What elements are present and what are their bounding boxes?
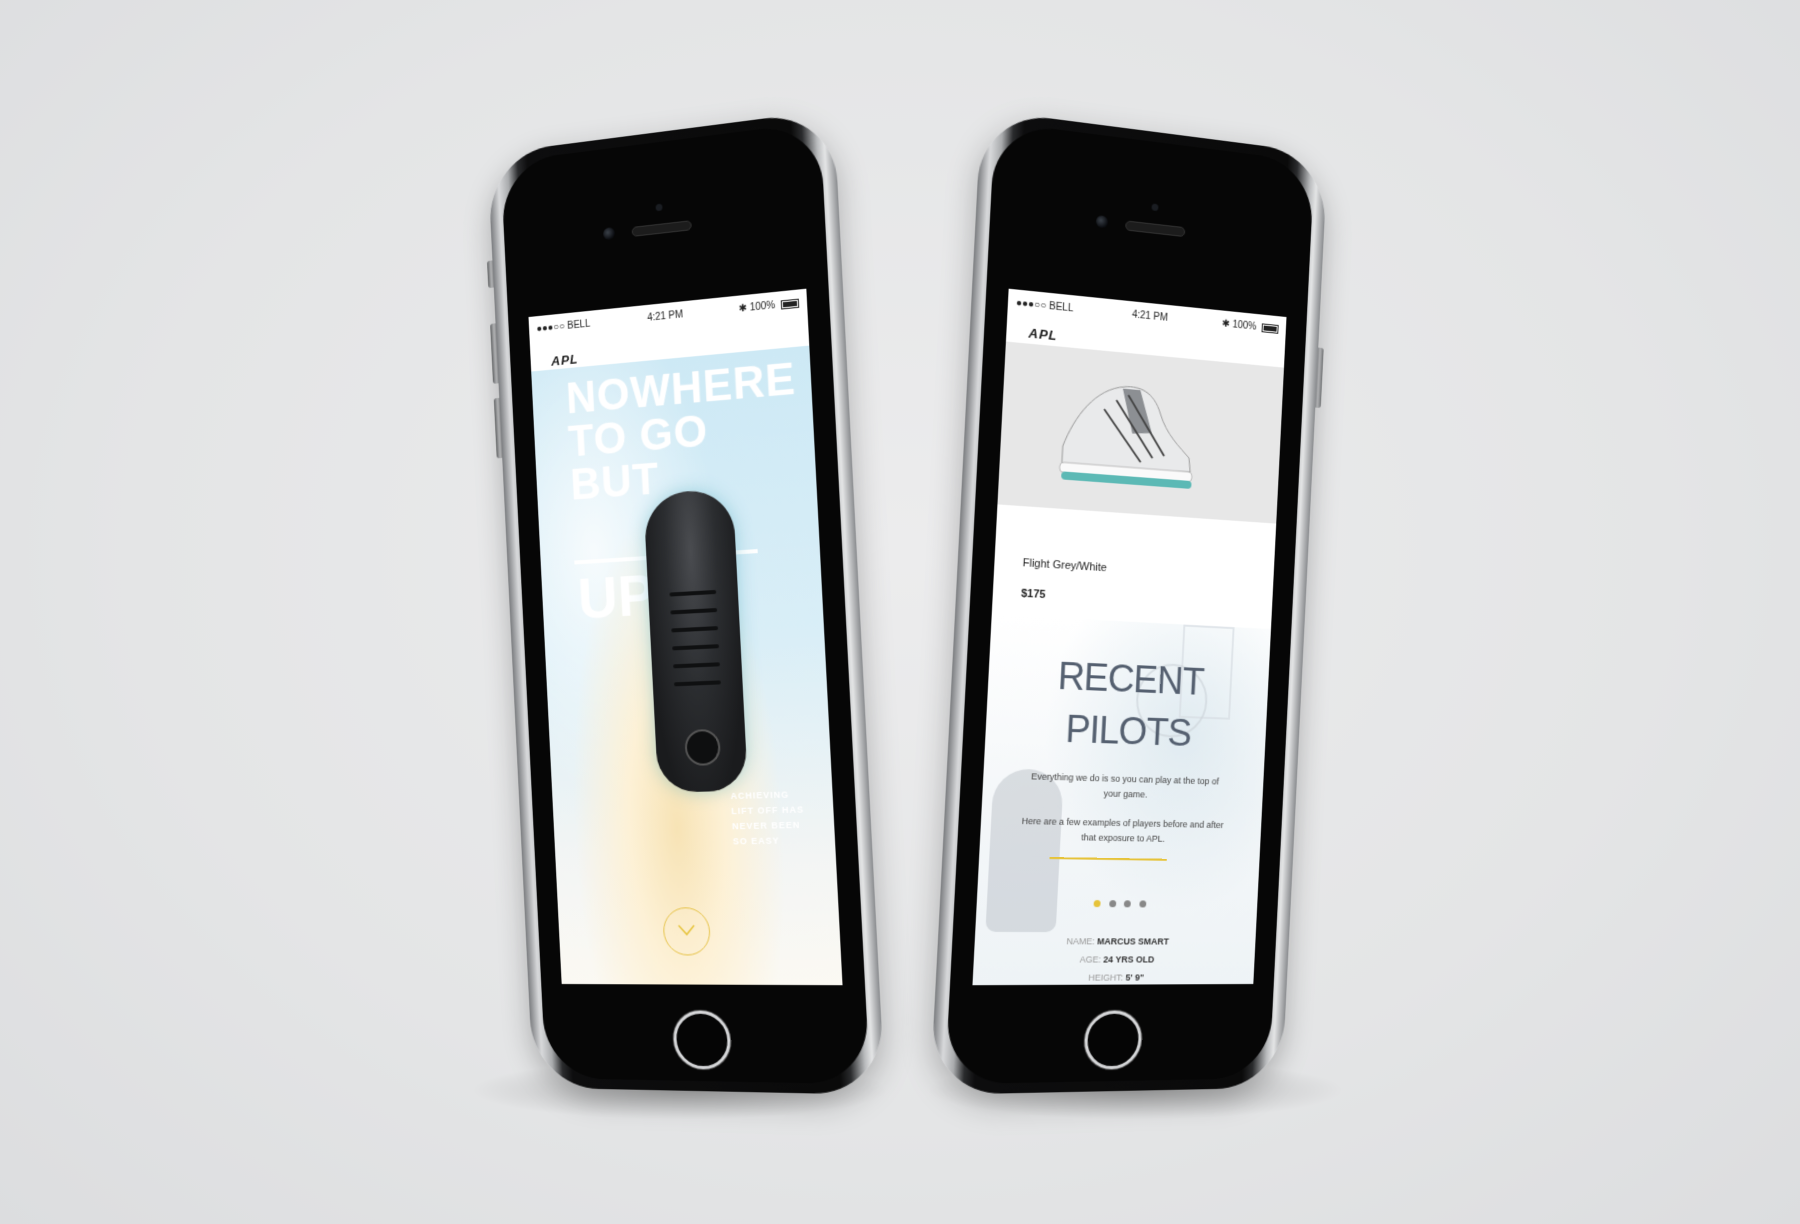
tagline-line-3: NEVER BEEN bbox=[731, 819, 801, 832]
right-screen: ●●●○○ BELL 4:21 PM ✱ 100% APL Flight Gre… bbox=[972, 288, 1287, 986]
lace bbox=[670, 607, 718, 615]
apl-logo[interactable]: APL bbox=[1028, 325, 1058, 343]
pilots-description: Everything we do is so you can play at t… bbox=[1019, 769, 1226, 862]
lace bbox=[673, 680, 721, 687]
pilot-name-row: NAME: MARCUS SMART bbox=[974, 932, 1256, 951]
carousel-dot-2[interactable] bbox=[1108, 900, 1117, 908]
lace bbox=[669, 589, 717, 597]
battery-indicator: ✱ 100% bbox=[1222, 318, 1279, 334]
carousel-dots bbox=[976, 893, 1257, 913]
pilot-info: NAME: MARCUS SMART AGE: 24 YRS OLD HEIGH… bbox=[972, 932, 1255, 985]
shoe-side-image bbox=[1041, 374, 1202, 489]
battery-percent: 100% bbox=[1232, 319, 1257, 333]
background bbox=[0, 0, 1800, 1224]
pilots-paragraph-2: Here are a few examples of players befor… bbox=[1021, 815, 1224, 844]
pilot-age-label: AGE: bbox=[1079, 954, 1102, 965]
lace bbox=[673, 662, 721, 669]
carousel-dot-1[interactable] bbox=[1093, 900, 1102, 908]
shoe-logo-badge bbox=[684, 728, 722, 767]
pilots-heading-line-2: PILOTS bbox=[1064, 708, 1192, 755]
battery-indicator: ✱ 100% bbox=[738, 298, 800, 315]
pilot-height: 5' 9" bbox=[1125, 972, 1145, 983]
carousel-dot-4[interactable] bbox=[1138, 900, 1147, 908]
left-screen: ●●●○○ BELL 4:21 PM ✱ 100% APL NOWHERE TO… bbox=[528, 288, 843, 986]
bluetooth-icon: ✱ bbox=[1221, 318, 1231, 330]
hero-headline: NOWHERE TO GO BUT bbox=[565, 354, 801, 509]
carousel-dot-3[interactable] bbox=[1123, 900, 1132, 908]
pilots-heading: RECENT PILOTS bbox=[985, 647, 1270, 762]
lace bbox=[672, 644, 720, 651]
bluetooth-icon: ✱ bbox=[738, 302, 748, 315]
shoe-top-image bbox=[643, 488, 749, 793]
lace bbox=[671, 626, 719, 633]
left-phone: ●●●○○ BELL 4:21 PM ✱ 100% APL NOWHERE TO… bbox=[486, 109, 886, 1095]
right-phone: ●●●○○ BELL 4:21 PM ✱ 100% APL Flight Gre… bbox=[929, 109, 1328, 1095]
battery-percent: 100% bbox=[749, 300, 776, 314]
hero-line-4: UP bbox=[576, 562, 657, 632]
tagline: ACHIEVING LIFT OFF HAS NEVER BEEN SO EAS… bbox=[730, 787, 806, 849]
pilot-age-row: AGE: 24 YRS OLD bbox=[973, 950, 1255, 968]
product-name[interactable]: Flight Grey/White bbox=[1022, 557, 1107, 574]
apl-logo[interactable]: APL bbox=[551, 351, 579, 368]
tagline-line-4: SO EASY bbox=[732, 835, 780, 847]
pilots-paragraph-1: Everything we do is so you can play at t… bbox=[1030, 771, 1220, 800]
battery-icon bbox=[780, 298, 800, 310]
battery-icon bbox=[1261, 323, 1279, 334]
chevron-down-icon bbox=[677, 923, 697, 937]
pilot-age: 24 YRS OLD bbox=[1103, 954, 1155, 965]
tagline-line-1: ACHIEVING bbox=[730, 789, 790, 802]
pilot-name-label: NAME: bbox=[1066, 936, 1095, 947]
tagline-line-2: LIFT OFF HAS bbox=[731, 804, 805, 817]
pilot-name: MARCUS SMART bbox=[1096, 936, 1170, 947]
pilot-height-row: HEIGHT: 5' 9" bbox=[972, 968, 1254, 985]
product-price: $175 bbox=[1020, 587, 1046, 602]
pilot-height-label: HEIGHT: bbox=[1088, 972, 1124, 983]
